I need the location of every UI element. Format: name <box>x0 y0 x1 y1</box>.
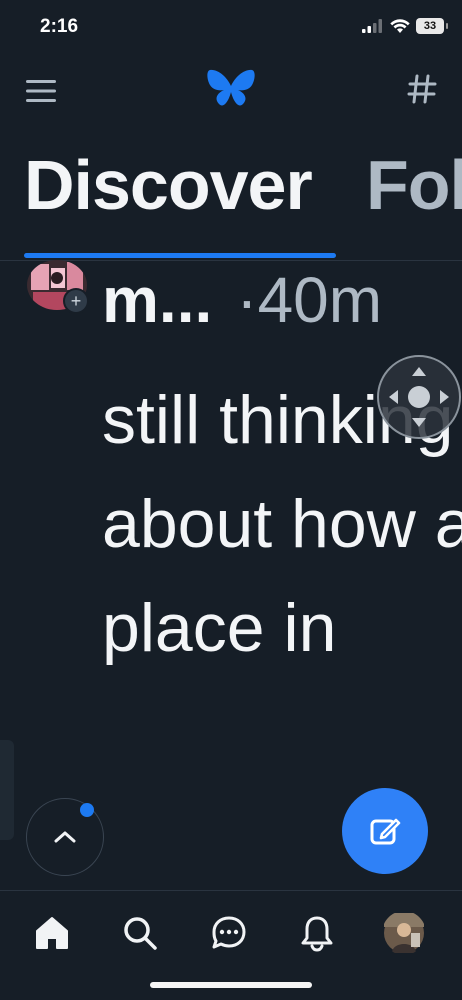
chevron-up-icon <box>54 831 76 843</box>
tab-discover[interactable]: Discover <box>24 150 313 220</box>
nav-search[interactable] <box>118 911 162 955</box>
battery-icon: 33 <box>416 18 448 34</box>
post-time: ·40m <box>236 264 383 336</box>
compose-button[interactable] <box>342 788 428 874</box>
hamburger-icon[interactable] <box>24 76 58 106</box>
battery-level: 33 <box>423 20 437 32</box>
follow-plus-icon[interactable]: + <box>63 288 89 314</box>
home-icon <box>36 917 68 949</box>
assistive-dpad-icon[interactable] <box>376 354 462 440</box>
nav-notifications[interactable] <box>295 911 339 955</box>
feed-tabs: Discover Following <box>0 140 462 261</box>
status-time: 2:16 <box>40 16 79 37</box>
wifi-icon <box>390 18 410 33</box>
author-name[interactable]: m... <box>102 264 212 336</box>
screen: 2:16 33 Discover Fo + m... ·40m still th… <box>0 0 462 1000</box>
signal-icon <box>362 19 382 33</box>
compose-icon <box>370 818 401 845</box>
hash-icon[interactable] <box>404 70 440 108</box>
status-icons: 33 <box>362 18 448 34</box>
nav-home[interactable] <box>30 911 74 955</box>
header <box>0 56 462 126</box>
bell-icon <box>301 916 333 952</box>
active-tab-indicator <box>24 253 336 258</box>
side-handle[interactable] <box>0 740 14 840</box>
post-meta: m... ·40m <box>102 268 382 332</box>
status-bar: 2:16 33 <box>0 0 462 56</box>
tab-following[interactable]: Following <box>366 150 462 220</box>
new-posts-dot <box>80 803 94 817</box>
home-indicator <box>150 982 312 988</box>
nav-profile-avatar[interactable] <box>382 911 426 955</box>
search-icon <box>124 917 157 950</box>
nav-chat[interactable] <box>207 911 251 955</box>
chat-icon <box>212 916 246 949</box>
butterfly-icon <box>207 69 255 106</box>
avatar <box>384 913 424 953</box>
